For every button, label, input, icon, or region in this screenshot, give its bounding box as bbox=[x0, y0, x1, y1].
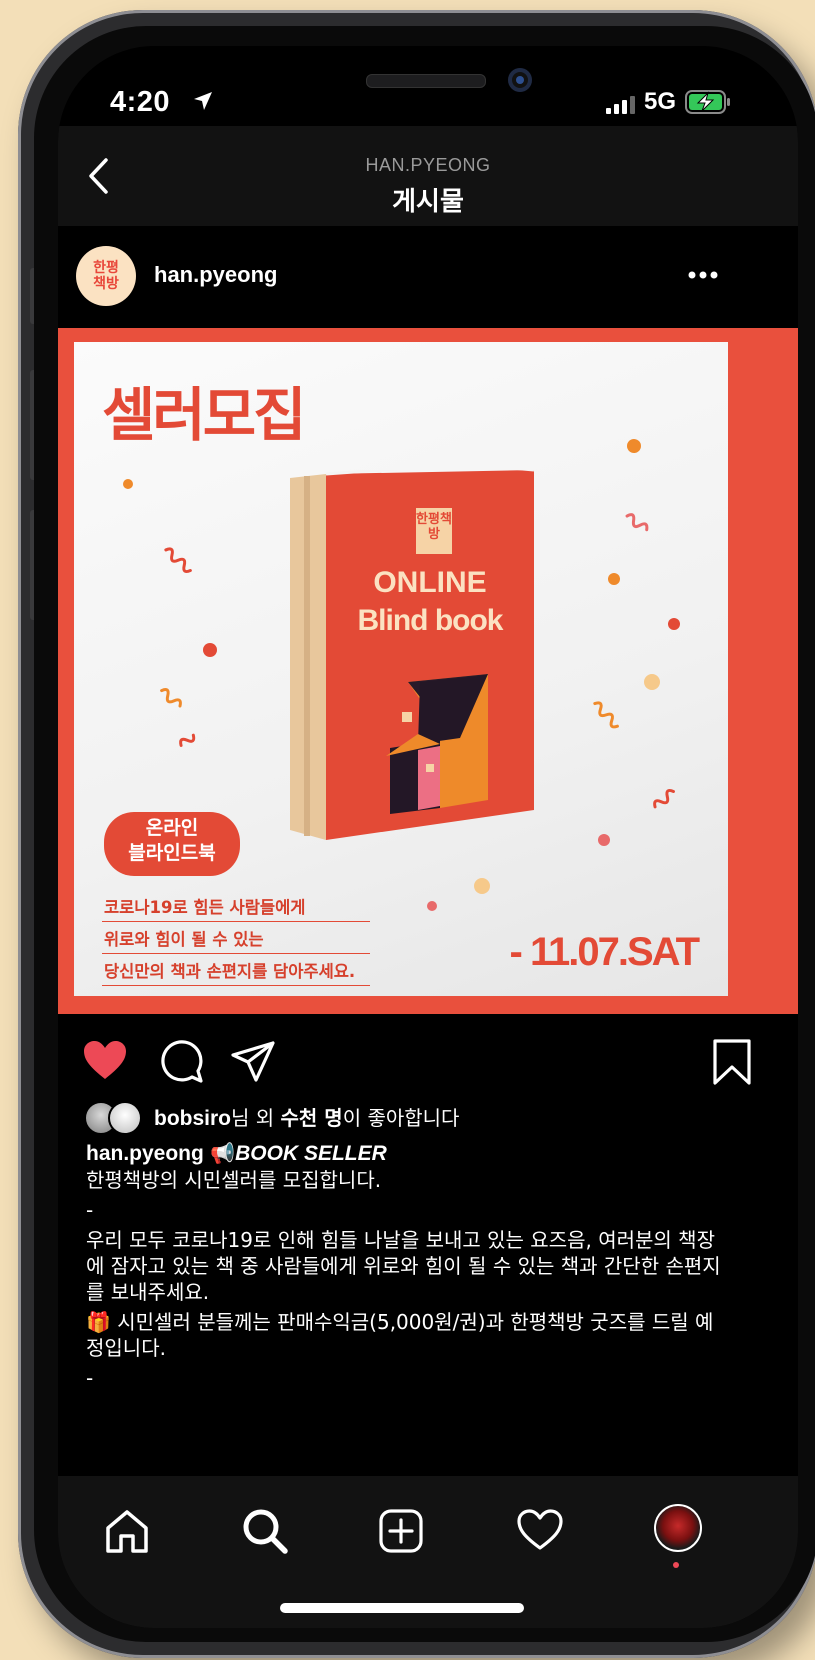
caption-line: 🎁 시민셀러 분들께는 판매수익금(5,000원/권)과 한평책방 굿즈를 드릴… bbox=[86, 1310, 714, 1360]
bookmark-icon[interactable] bbox=[712, 1038, 752, 1086]
book-logo: 한평책방 bbox=[416, 508, 452, 554]
poster-line: 위로와 힘이 될 수 있는 bbox=[102, 922, 370, 954]
poster-line: 코로나19로 힘든 사람들에게 bbox=[102, 890, 370, 922]
likes-row[interactable]: bobsiro님 외 수천 명이 좋아합니다 bbox=[58, 1096, 798, 1136]
book-illustration: 한평책방 ONLINE Blind book bbox=[290, 470, 536, 840]
caption-line: 한평책방의 시민셀러를 모집합니다. bbox=[86, 1168, 382, 1192]
post-actions bbox=[58, 1016, 798, 1096]
poster-text-lines: 코로나19로 힘든 사람들에게 위로와 힘이 될 수 있는 당신만의 책과 손편… bbox=[102, 890, 370, 986]
add-post-icon[interactable] bbox=[378, 1508, 424, 1554]
location-arrow-icon bbox=[194, 92, 212, 110]
caption-tag: BOOK SELLER bbox=[235, 1142, 387, 1165]
likes-end: 이 좋아합니다 bbox=[342, 1106, 460, 1130]
likes-mid: 님 외 bbox=[231, 1106, 281, 1130]
poster-line: 당신만의 책과 손편지를 담아주세요. bbox=[102, 954, 370, 986]
book-cover-art bbox=[290, 470, 534, 840]
book-title-line1: ONLINE bbox=[373, 566, 487, 599]
caption-dash: - bbox=[86, 1366, 94, 1390]
likes-count[interactable]: 수천 명 bbox=[281, 1106, 343, 1130]
activity-heart-icon[interactable] bbox=[516, 1508, 564, 1552]
page-title: 게시물 bbox=[392, 187, 464, 217]
bubble-line1: 온라인 bbox=[145, 817, 199, 839]
comment-icon[interactable] bbox=[160, 1040, 204, 1084]
heart-filled-icon[interactable] bbox=[82, 1039, 128, 1081]
header-subtitle: HAN.PYEONG bbox=[365, 155, 491, 175]
nav-header: HAN.PYEONG 게시물 bbox=[58, 126, 798, 226]
post-image[interactable]: 셀러모집 한평책방 ONLINE Blind book 온라인 블라인드북 코로… bbox=[58, 328, 798, 1014]
notch bbox=[221, 46, 609, 118]
caption-dash: - bbox=[86, 1198, 94, 1222]
phone-frame: 4:20 5G HAN.PYEONG 게시물 한평책방 han.pyeong 셀… bbox=[18, 10, 815, 1658]
screen: 4:20 5G HAN.PYEONG 게시물 한평책방 han.pyeong 셀… bbox=[58, 46, 798, 1628]
megaphone-icon: 📢 bbox=[210, 1141, 236, 1165]
home-indicator[interactable] bbox=[280, 1603, 524, 1613]
home-icon[interactable] bbox=[104, 1508, 150, 1554]
search-icon[interactable] bbox=[242, 1508, 288, 1554]
profile-avatar-icon[interactable] bbox=[654, 1504, 702, 1552]
book-title-line2: Blind book bbox=[357, 604, 504, 637]
caption-line: 우리 모두 코로나19로 인해 힘들 나날을 보내고 있는 요즈음, 여러분의 … bbox=[86, 1228, 721, 1304]
poster: 셀러모집 한평책방 ONLINE Blind book 온라인 블라인드북 코로… bbox=[74, 342, 728, 996]
poster-bubble: 온라인 블라인드북 bbox=[104, 812, 240, 876]
post-username[interactable]: han.pyeong bbox=[154, 262, 277, 288]
bubble-line2: 블라인드북 bbox=[128, 842, 216, 864]
status-time: 4:20 bbox=[110, 86, 171, 118]
front-camera bbox=[508, 68, 532, 92]
network-type: 5G bbox=[644, 88, 677, 115]
avatar-logo-text: 한평책방 bbox=[93, 260, 119, 292]
cellular-signal-icon bbox=[606, 96, 635, 114]
battery-charging-icon bbox=[685, 90, 730, 114]
post-header: 한평책방 han.pyeong bbox=[58, 226, 798, 326]
poster-date: - 11.07.SAT bbox=[509, 930, 700, 974]
likes-user[interactable]: bobsiro bbox=[154, 1107, 231, 1130]
post-caption: han.pyeong 📢BOOK SELLER 한평책방의 시민셀러를 모집합니… bbox=[86, 1140, 726, 1391]
caption-username[interactable]: han.pyeong bbox=[86, 1142, 204, 1165]
notification-dot bbox=[673, 1562, 679, 1568]
liker-avatar bbox=[108, 1101, 142, 1135]
avatar[interactable]: 한평책방 bbox=[76, 246, 136, 306]
earpiece-speaker bbox=[366, 74, 486, 88]
likes-text: bobsiro님 외 수천 명이 좋아합니다 bbox=[154, 1102, 459, 1131]
caption-header: han.pyeong 📢BOOK SELLER bbox=[86, 1140, 726, 1167]
more-dots-icon[interactable] bbox=[688, 270, 718, 280]
share-icon[interactable] bbox=[230, 1040, 276, 1084]
